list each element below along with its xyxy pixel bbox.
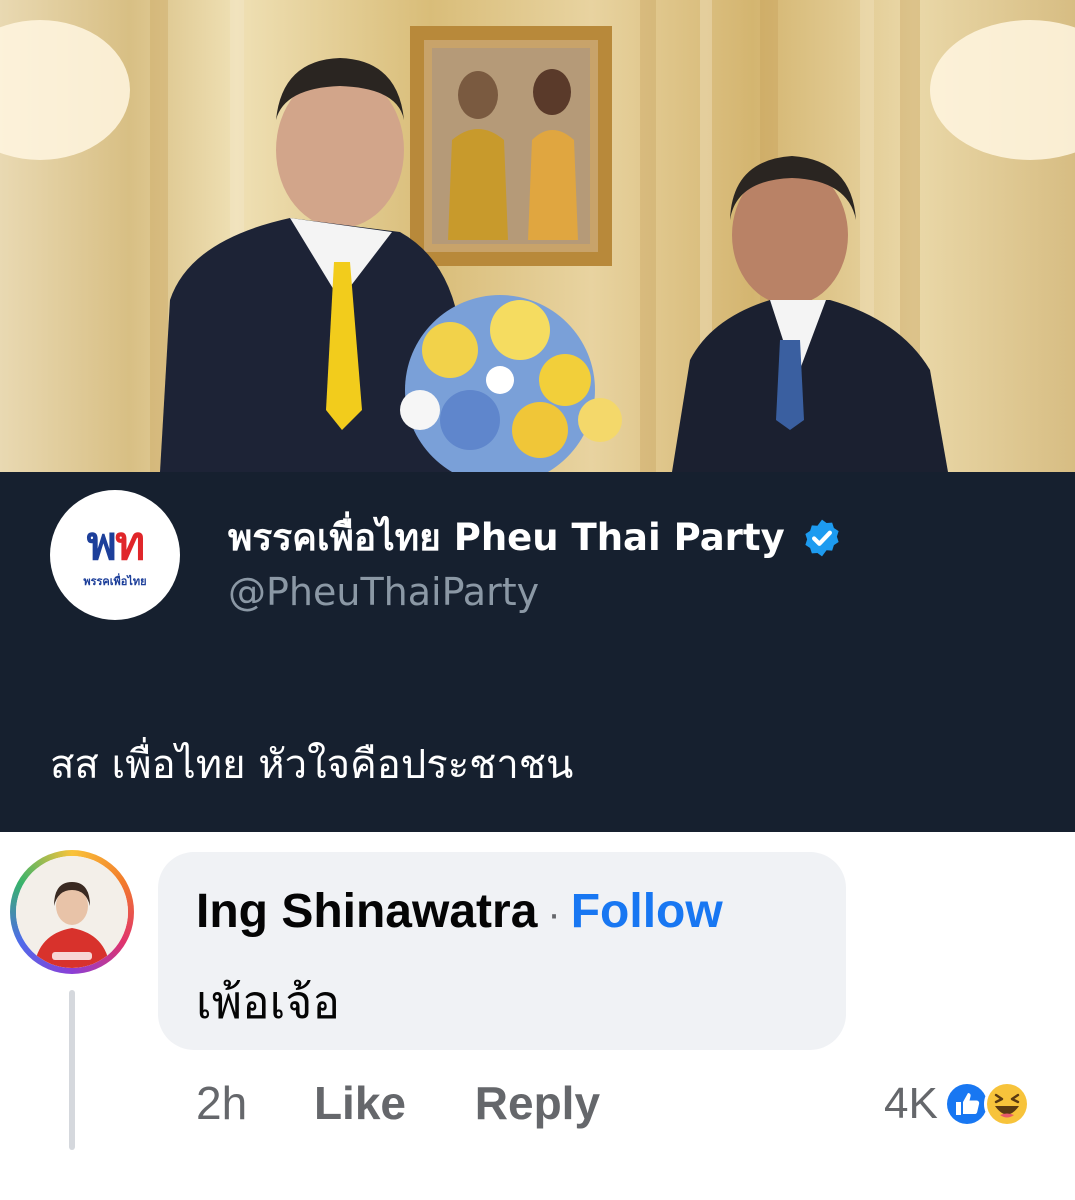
comment-timestamp[interactable]: 2h: [196, 1076, 247, 1130]
pheu-thai-logo-avatar[interactable]: พท พรรคเพื่อไทย: [50, 490, 180, 620]
tweet-author-name[interactable]: พรรคเพื่อไทย Pheu Thai Party: [228, 508, 843, 567]
commenter-avatar[interactable]: [10, 850, 134, 974]
reply-button[interactable]: Reply: [475, 1076, 600, 1130]
comment-author-name[interactable]: Ing Shinawatra: [196, 884, 537, 939]
photo-illustration: [0, 0, 1075, 472]
tweet-text: สส เพื่อไทย หัวใจคือประชาชน: [50, 742, 574, 788]
party-logo-caption: พรรคเพื่อไทย: [83, 575, 147, 588]
separator-dot: ·: [547, 892, 561, 936]
reaction-summary[interactable]: 4K: [884, 1074, 1032, 1134]
post-photo[interactable]: [0, 0, 1075, 472]
haha-reaction-icon: [983, 1081, 1030, 1127]
like-button[interactable]: Like: [314, 1076, 406, 1130]
comment-thread-line: [69, 990, 75, 1150]
party-logo-mark: พท: [86, 516, 146, 570]
comment-header: Ing Shinawatra · Follow: [196, 884, 723, 939]
verified-badge-icon: [805, 519, 839, 556]
follow-button[interactable]: Follow: [571, 884, 723, 939]
reaction-count: 4K: [884, 1079, 938, 1128]
comment-text: เพ้อเจ้อ: [196, 975, 340, 1029]
account-name: พรรคเพื่อไทย Pheu Thai Party: [228, 516, 785, 559]
comment-actions: 2h Like Reply: [196, 1076, 600, 1130]
tweet-author-handle[interactable]: @PheuThaiParty: [228, 570, 539, 614]
commenter-photo: [16, 856, 128, 968]
